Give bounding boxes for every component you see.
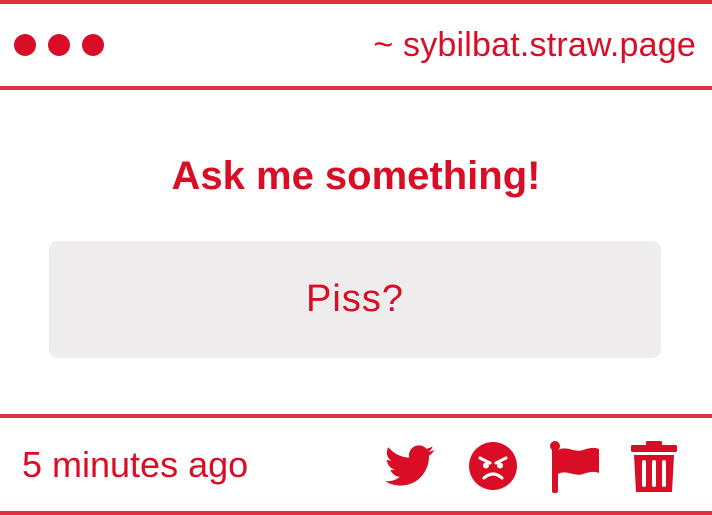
site-url[interactable]: ~ sybilbat.straw.page [373, 26, 696, 65]
window-dot-icon[interactable] [82, 34, 104, 56]
header-divider [0, 86, 712, 90]
window-dot-icon[interactable] [48, 34, 70, 56]
footer-divider [0, 414, 712, 418]
page: ~ sybilbat.straw.page Ask me something! … [0, 0, 712, 515]
window-dot-icon[interactable] [14, 34, 36, 56]
twitter-bird-icon [385, 445, 435, 486]
window-titlebar: ~ sybilbat.straw.page [0, 0, 712, 92]
window-dots [14, 34, 104, 56]
question-card: Piss? [49, 241, 661, 358]
angry-face-icon [469, 442, 517, 490]
delete-button[interactable] [631, 441, 677, 492]
bottom-border [0, 511, 712, 515]
timestamp: 5 minutes ago [22, 444, 249, 485]
react-button[interactable] [468, 441, 518, 491]
question-text: Piss? [306, 278, 404, 320]
report-button[interactable] [549, 440, 601, 494]
page-title: Ask me something! [171, 154, 541, 198]
flag-icon [550, 441, 599, 493]
twitter-share-button[interactable] [385, 441, 435, 491]
trash-icon [631, 441, 677, 492]
